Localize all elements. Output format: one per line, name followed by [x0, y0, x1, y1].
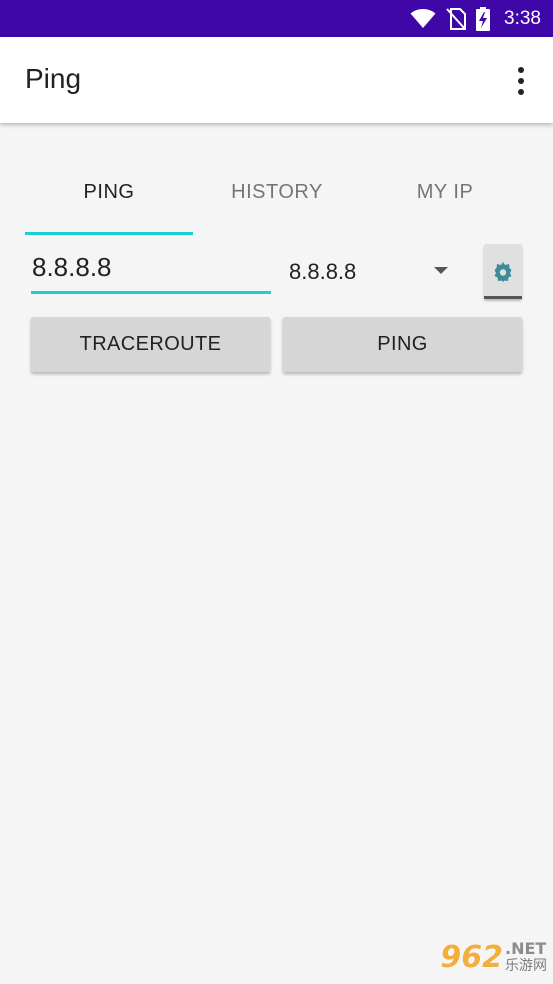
- menu-dot: [518, 78, 524, 84]
- tab-label: MY IP: [416, 181, 474, 203]
- tab-my-ip[interactable]: MY IP: [361, 160, 529, 235]
- wifi-icon: [410, 8, 436, 28]
- tab-history[interactable]: HISTORY: [193, 160, 361, 235]
- status-icons: 3:38: [410, 0, 541, 37]
- tab-label: PING: [83, 181, 135, 203]
- traceroute-button[interactable]: TRACEROUTE: [31, 317, 270, 372]
- tab-bar: PING HISTORY MY IP: [25, 160, 529, 235]
- host-dropdown[interactable]: 8.8.8.8: [283, 250, 458, 294]
- tab-ping[interactable]: PING: [25, 160, 193, 235]
- dropdown-selected-value: 8.8.8.8: [289, 259, 357, 284]
- menu-dot: [518, 67, 524, 73]
- watermark-number: 962: [440, 939, 503, 975]
- watermark-logo: 962 .NET 乐游网: [413, 936, 547, 978]
- settings-button-underline: [484, 296, 522, 299]
- battery-charging-icon: [476, 6, 491, 31]
- dropdown-arrow-icon: [434, 267, 448, 274]
- menu-dot: [518, 89, 524, 95]
- status-bar: 3:38: [0, 0, 553, 37]
- no-sim-icon: [446, 7, 467, 30]
- app-title: Ping: [25, 63, 82, 94]
- app-bar: Ping: [0, 37, 553, 123]
- ping-button[interactable]: PING: [283, 317, 522, 372]
- gear-icon: [494, 261, 512, 282]
- watermark-suffix: .NET: [505, 939, 547, 958]
- status-time: 3:38: [504, 7, 541, 29]
- more-vert-icon[interactable]: [509, 67, 533, 95]
- tab-indicator: [25, 232, 193, 235]
- tab-label: HISTORY: [231, 181, 323, 203]
- watermark-text: 乐游网: [505, 958, 547, 974]
- host-input[interactable]: [31, 248, 271, 294]
- settings-button[interactable]: [484, 244, 522, 299]
- watermark-side: .NET 乐游网: [505, 939, 547, 975]
